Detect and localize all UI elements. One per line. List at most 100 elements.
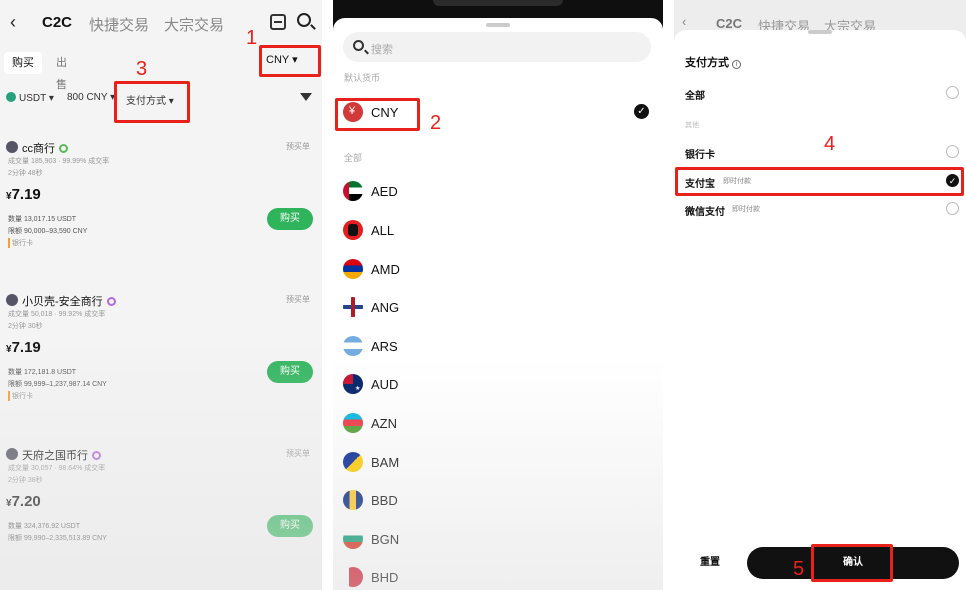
currency-option[interactable]: BHD (343, 563, 653, 590)
currency-option[interactable]: ANG (343, 293, 653, 323)
currency-option[interactable]: BGN (343, 525, 653, 555)
filter-funnel-icon[interactable] (300, 93, 312, 101)
merchant-tag: 预买单 (286, 449, 310, 458)
merchant-payment: 银行卡 (8, 238, 33, 248)
currency-option[interactable]: AED (343, 177, 653, 207)
tab-c2c[interactable]: C2C (42, 14, 72, 31)
buy-sell-toggle: 购买 出售 (4, 52, 84, 91)
buy-button[interactable]: 购买 (267, 361, 313, 383)
verified-badge-icon (92, 451, 101, 460)
option-label: 银行卡 (685, 150, 715, 161)
currency-code: ARS (371, 339, 398, 354)
merchant-name[interactable]: 天府之国币行 (22, 450, 88, 462)
option-label: 微信支付 (685, 207, 725, 218)
price-value: 7.19 (11, 339, 41, 356)
merchant-quantity: 数量 172,181.8 USDT (8, 369, 77, 376)
sheet-grab-handle[interactable] (808, 30, 832, 34)
annotation-number: 5 (793, 558, 805, 580)
payment-option-bank-card[interactable]: 银行卡 (685, 141, 959, 163)
reset-button[interactable]: 重置 (685, 547, 735, 579)
bbd-flag-icon (343, 490, 363, 510)
price-value: 7.20 (11, 493, 41, 510)
merchant-time: 2分钟 38秒 (8, 477, 43, 484)
annotation-box-alipay (675, 167, 964, 196)
payment-option-wechat[interactable]: 微信支付 即时付款 (685, 198, 959, 220)
payment-option-all[interactable]: 全部 (685, 82, 959, 104)
currency-code: ANG (371, 300, 400, 315)
asset-filter[interactable]: USDT ▾ (6, 92, 54, 104)
buy-segment[interactable]: 购买 (4, 52, 42, 74)
header-icons (922, 17, 962, 29)
scan-icon[interactable] (270, 14, 286, 30)
currency-code: ALL (371, 223, 395, 238)
annotation-number: 1 (246, 27, 258, 49)
annotation-box-confirm (811, 544, 893, 582)
merchant-tag: 预买单 (286, 142, 310, 151)
sheet-title: 支付方式 (685, 57, 729, 69)
merchant-time: 2分钟 48秒 (8, 170, 43, 177)
currency-code: BAM (371, 455, 400, 470)
currency-picker-screen: 搜索 默认货币 ¥ CNY ✓ 全部 AED ALL AMD ANG ARS ★… (333, 0, 663, 590)
avatar (6, 141, 18, 153)
currency-option[interactable]: ALL (343, 216, 653, 246)
buy-button[interactable]: 购买 (267, 515, 313, 537)
ars-flag-icon (343, 336, 363, 356)
radio-unchecked-icon (946, 202, 959, 215)
top-bar: ‹ C2C 快捷交易 大宗交易 (0, 0, 322, 46)
merchant-limit: 限额 90,000–93,590 CNY (8, 228, 88, 235)
aud-flag-icon: ★ (343, 374, 363, 394)
radio-unchecked-icon (946, 86, 959, 99)
tab-c2c[interactable]: C2C (716, 16, 742, 31)
currency-code: BGN (371, 532, 400, 547)
sell-segment[interactable]: 出售 (48, 52, 84, 91)
currency-code: BBD (371, 493, 398, 508)
amount-filter[interactable]: 800 CNY ▾ (67, 92, 115, 103)
currency-option[interactable]: ARS (343, 332, 653, 362)
back-arrow-icon[interactable]: ‹ (10, 12, 16, 33)
currency-code: AUD (371, 377, 399, 392)
merchant-card: cc商行 预买单 成交量 185,903 · 99.99% 成交率 2分钟 48… (6, 138, 318, 268)
sheet-grab-handle[interactable] (486, 23, 510, 27)
merchant-tag: 预买单 (286, 295, 310, 304)
top-pill-decoration (433, 0, 563, 6)
annotation-number: 3 (136, 58, 148, 80)
search-placeholder: 搜索 (371, 44, 393, 56)
currency-search-input[interactable]: 搜索 (343, 32, 651, 62)
usdt-icon (6, 92, 16, 102)
back-arrow-icon[interactable]: ‹ (682, 14, 686, 29)
currency-option[interactable]: BAM (343, 448, 653, 478)
info-icon[interactable]: i (732, 60, 741, 69)
merchant-price: ¥7.20 (6, 493, 41, 510)
merchant-card: 小贝壳-安全商行 预买单 成交量 50,018 · 99.92% 成交率 2分钟… (6, 291, 318, 421)
currency-option[interactable]: BBD (343, 486, 653, 516)
avatar (6, 448, 18, 460)
currency-option[interactable]: AZN (343, 409, 653, 439)
annotation-number: 4 (824, 133, 836, 155)
payment-method-sheet: 支付方式 i 全部 其他 银行卡 支付宝 即时付款 ✓ 微信支付 即时付款 重置 … (674, 30, 966, 590)
search-icon[interactable] (297, 13, 311, 27)
tab-quick-trade[interactable]: 快捷交易 (89, 14, 149, 35)
merchant-limit: 限额 99,999–1,237,987.14 CNY (8, 381, 107, 388)
panel-separator (322, 0, 333, 590)
price-value: 7.19 (11, 186, 41, 203)
payment-method-screen: ‹ C2C 快捷交易 大宗交易 支付方式 i 全部 其他 银行卡 支付宝 即时付款… (674, 0, 966, 590)
merchant-name[interactable]: 小贝壳-安全商行 (22, 296, 103, 308)
merchant-card: 天府之国币行 预买单 成交量 30,057 · 98.64% 成交率 2分钟 3… (6, 445, 318, 575)
annotation-box-cny (335, 98, 420, 131)
currency-option[interactable]: ★ AUD (343, 370, 653, 400)
merchant-quantity: 数量 13,017.15 USDT (8, 216, 77, 223)
annotation-box-currency (259, 45, 321, 77)
merchant-name[interactable]: cc商行 (22, 143, 55, 155)
ang-flag-icon (343, 297, 363, 317)
currency-option[interactable]: AMD (343, 255, 653, 285)
tab-block-trade[interactable]: 大宗交易 (164, 14, 224, 35)
merchant-quantity: 数量 324,376.92 USDT (8, 523, 80, 530)
aed-flag-icon (343, 181, 363, 201)
currency-code: AZN (371, 416, 397, 431)
merchant-time: 2分钟 30秒 (8, 323, 43, 330)
buy-button[interactable]: 购买 (267, 208, 313, 230)
all-currencies-label: 全部 (344, 153, 363, 163)
currency-code: BHD (371, 570, 399, 585)
radio-unchecked-icon (946, 145, 959, 158)
merchant-stats: 成交量 50,018 · 99.92% 成交率 (8, 311, 106, 318)
